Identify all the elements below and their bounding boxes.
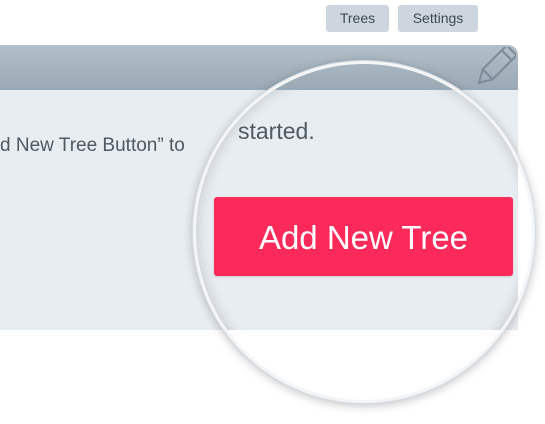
- instruction-text: d New Tree Button” to: [0, 135, 185, 156]
- magnifier-lens: started. Add New Tree: [193, 61, 535, 403]
- settings-button[interactable]: Settings: [398, 5, 478, 32]
- trees-button[interactable]: Trees: [326, 5, 389, 32]
- add-new-tree-button[interactable]: Add New Tree: [214, 197, 513, 276]
- magnified-panel-header: [196, 64, 518, 90]
- magnified-instruction-text: started.: [238, 118, 315, 144]
- magnified-content: started. Add New Tree: [196, 64, 532, 400]
- magnified-page-bottom: [196, 330, 532, 400]
